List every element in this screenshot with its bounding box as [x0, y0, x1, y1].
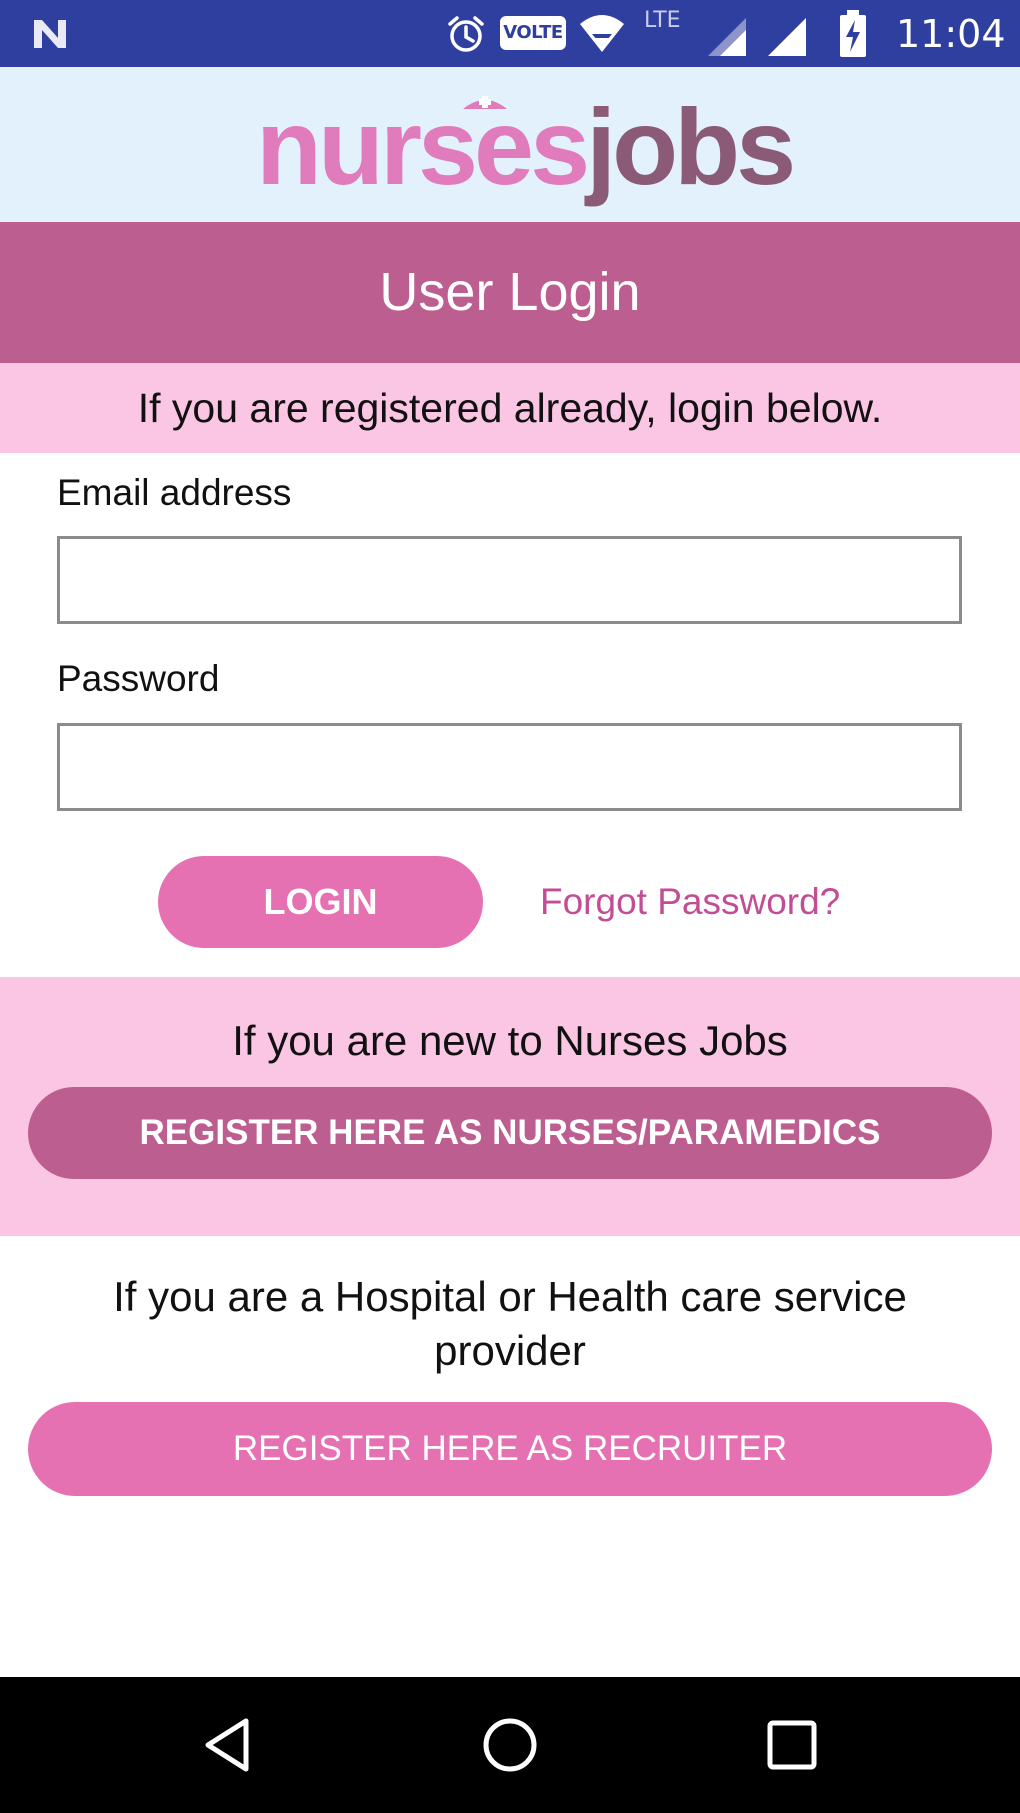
logo-header: nursesjobs: [0, 67, 1020, 222]
back-triangle-icon[interactable]: [196, 1713, 260, 1777]
status-bar: VOLTE LTE 11:04: [0, 0, 1020, 67]
battery-charging-icon: [840, 10, 866, 57]
login-button[interactable]: LOGIN: [158, 856, 483, 948]
register-nurse-button[interactable]: REGISTER HERE AS NURSES/PARAMEDICS: [28, 1087, 992, 1179]
clock: 11:04: [896, 12, 1006, 56]
email-label: Email address: [57, 472, 292, 513]
wifi-icon: [580, 15, 624, 52]
home-circle-icon[interactable]: [478, 1713, 542, 1777]
login-notice-band: If you are registered already, login bel…: [0, 363, 1020, 453]
login-notice-text: If you are registered already, login bel…: [137, 385, 883, 431]
logo-text: nursesjobs: [256, 86, 796, 207]
new-user-band: If you are new to Nurses Jobs REGISTER H…: [0, 977, 1020, 1236]
nurses-jobs-logo: nursesjobs: [256, 87, 796, 207]
password-label: Password: [57, 658, 220, 699]
title-band: User Login: [0, 222, 1020, 363]
register-recruiter-button[interactable]: REGISTER HERE AS RECRUITER: [28, 1402, 992, 1496]
page-title: User Login: [379, 262, 641, 322]
forgot-password-link[interactable]: Forgot Password?: [540, 876, 840, 928]
signal-strength-icon: [768, 18, 806, 56]
network-type-label: LTE: [644, 8, 681, 33]
nurse-cap-icon: [463, 96, 507, 109]
logo-part-nurses: nurses: [256, 86, 590, 207]
recents-square-icon[interactable]: [760, 1713, 824, 1777]
alarm-clock-icon: [448, 16, 484, 52]
new-user-text: If you are new to Nurses Jobs: [232, 1017, 788, 1064]
volte-badge: VOLTE: [500, 16, 566, 50]
logo-part-jobs: jobs: [586, 86, 796, 207]
system-nav-bar: [0, 1677, 1020, 1813]
recruiter-text: If you are a Hospital or Health care ser…: [113, 1273, 907, 1374]
n-notification-icon: [34, 20, 66, 48]
email-input[interactable]: [57, 536, 962, 624]
password-input[interactable]: [57, 723, 962, 811]
signal-strength-icon: [708, 18, 746, 56]
login-screen: VOLTE LTE 11:04 nursesjobs User Login If…: [0, 0, 1020, 1813]
